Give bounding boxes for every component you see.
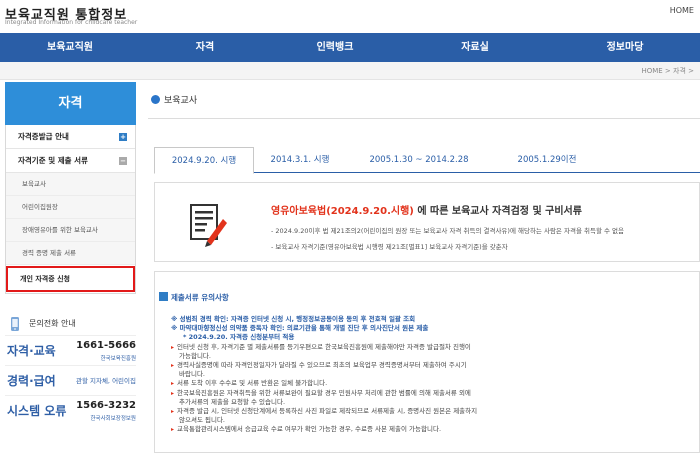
notice-line: 경력사실증명에 따라 자격인정일자가 달라질 수 있으므로 최초의 보육업무 경…	[177, 359, 467, 369]
phone-icon	[11, 317, 19, 331]
contact-label: 경력·급여	[7, 374, 56, 388]
contact-panel: 문의전화 안내 자격·교육 1661-5666 한국보육진흥원 경력·급여 관할…	[5, 313, 136, 425]
breadcrumb: HOME > 자격 >	[641, 67, 694, 75]
top-bar: 보육교직원 통합정보 Integrated Information for ch…	[0, 0, 700, 33]
sidebar-subitem-director[interactable]: 어린이집원장	[6, 196, 135, 219]
minus-icon[interactable]: −	[119, 157, 127, 165]
plus-icon[interactable]: +	[119, 133, 127, 141]
sidebar-subitem-special-teacher[interactable]: 장애영유아를 위한 보육교사	[6, 219, 135, 242]
nav-item-library[interactable]: 자료실	[400, 33, 550, 62]
notice-box: 제출서류 유의사항 ※ 성범죄 경력 확인: 자격증 인터넷 신청 시, 행정정…	[154, 271, 700, 453]
contact-number: 1566-3232	[76, 400, 136, 411]
sidebar-item-certificate-guide[interactable]: 자격증발급 안내 +	[6, 125, 135, 149]
site-logo-subtitle: Integrated Information for childcare tea…	[5, 19, 138, 26]
contact-org: 한국사회보장정보원	[90, 416, 136, 422]
page-title: 보육교사	[164, 96, 198, 106]
tab-bar: 2024.9.20. 시행 2014.3.1. 시행 2005.1.30 ~ 2…	[154, 147, 700, 174]
intro-box: 영유아보육법(2024.9.20.시행) 에 따른 보육교사 자격검정 및 구비…	[154, 182, 700, 262]
intro-line: - 보육교사 자격기준(영유아보육법 시행령 제21조[별표1] 보육교사 자격…	[271, 243, 508, 251]
intro-heading: 영유아보육법(2024.9.20.시행) 에 따른 보육교사 자격검정 및 구비…	[271, 202, 582, 217]
sidebar-subitem-career-documents[interactable]: 경력 증명 제출 서류	[6, 242, 135, 265]
intro-heading-rest: 에 따른 보육교사 자격검정 및 구비서류	[413, 206, 582, 217]
notice-icon	[159, 292, 168, 301]
tab-before-2005[interactable]: 2005.1.29이전	[492, 147, 602, 173]
global-nav: 보육교직원 자격 인력뱅크 자료실 정보마당	[0, 33, 700, 62]
nav-item-qualification[interactable]: 자격	[140, 33, 270, 62]
nav-item-staff[interactable]: 보육교직원	[0, 33, 140, 62]
contact-title: 문의전화 안내	[5, 313, 136, 335]
intro-heading-law: 영유아보육법(2024.9.20.시행)	[271, 206, 414, 217]
contact-org: 한국보육진흥원	[100, 356, 136, 362]
sidebar-subitem-teacher[interactable]: 보육교사	[6, 173, 135, 196]
contact-row-system: 시스템 오류 1566-3232 한국사회보장정보원	[5, 395, 136, 425]
nav-item-job-bank[interactable]: 인력뱅크	[270, 33, 400, 62]
contact-label: 자격·교육	[7, 344, 56, 358]
home-link[interactable]: HOME	[670, 6, 694, 15]
document-pen-icon	[190, 204, 227, 247]
notice-line: 인터넷 신청 후, 자격기준 별 제출서류를 등기우편으로 한국보육진흥원에 제…	[177, 341, 471, 351]
sidebar-item-label: 자격증발급 안내	[18, 132, 69, 141]
title-bullet-icon	[151, 95, 160, 104]
sidebar-item-label: 자격기준 및 제출 서류	[18, 156, 88, 165]
nav-item-info[interactable]: 정보마당	[550, 33, 700, 62]
sidebar-title: 자격	[5, 82, 136, 125]
contact-number: 1661-5666	[76, 340, 136, 351]
tab-2005-2014[interactable]: 2005.1.30 ~ 2014.2.28	[349, 147, 489, 173]
sidebar-item-criteria[interactable]: 자격기준 및 제출 서류 −	[6, 149, 135, 173]
contact-row-career: 경력·급여 관할 지자체, 어린이집	[5, 365, 136, 395]
title-divider	[148, 118, 700, 119]
tab-2024[interactable]: 2024.9.20. 시행	[154, 147, 254, 174]
notice-line: 교육통합관리시스템에서 승급교육 수료 여부가 확인 가능한 경우, 수료증 사…	[177, 423, 441, 433]
intro-line: - 2024.9.20이후 법 제21조의2(어린이집의 원장 또는 보육교사 …	[271, 227, 624, 235]
contact-label: 시스템 오류	[7, 404, 67, 418]
tab-2014[interactable]: 2014.3.1. 시행	[256, 147, 344, 173]
contact-row-education: 자격·교육 1661-5666 한국보육진흥원	[5, 335, 136, 365]
breadcrumb-bar: HOME > 자격 >	[0, 62, 700, 80]
notice-title: 제출서류 유의사항	[171, 293, 229, 302]
sidebar-subitem-personal-application[interactable]: 개인 자격증 신청	[6, 266, 135, 292]
contact-title-text: 문의전화 안내	[29, 319, 76, 328]
contact-org: 관할 지자체, 어린이집	[75, 377, 136, 385]
sidebar-menu: 자격증발급 안내 + 자격기준 및 제출 서류 − 보육교사 어린이집원장 장애…	[5, 125, 136, 294]
